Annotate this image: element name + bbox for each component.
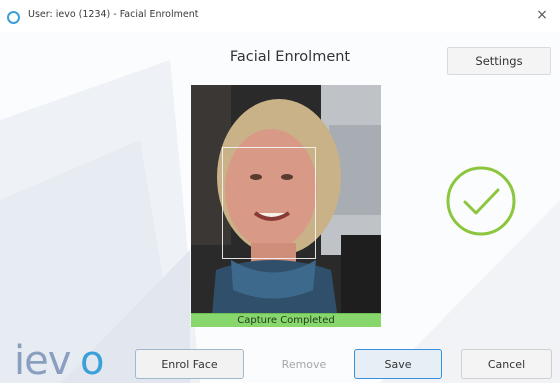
camera-preview [191, 85, 381, 327]
capture-status-bar: Capture Completed [191, 313, 381, 327]
enrol-face-button[interactable]: Enrol Face [135, 349, 244, 379]
page-title: Facial Enrolment [229, 49, 351, 65]
settings-button[interactable]: Settings [447, 47, 551, 75]
svg-text:o: o [80, 338, 104, 380]
window-title: User: ievo (1234) - Facial Enrolment [28, 9, 199, 20]
title-bar: User: ievo (1234) - Facial Enrolment × [0, 0, 560, 32]
facial-enrolment-window: User: ievo (1234) - Facial Enrolment × F… [0, 0, 560, 383]
ievo-logo: iev o [14, 338, 104, 380]
check-circle-icon [446, 166, 516, 236]
save-button[interactable]: Save [354, 349, 442, 379]
face-detection-box [222, 147, 316, 259]
close-button[interactable]: × [532, 4, 552, 26]
remove-button[interactable]: Remove [264, 349, 344, 379]
cancel-button[interactable]: Cancel [461, 349, 552, 379]
svg-text:iev: iev [14, 338, 71, 380]
app-icon [7, 11, 20, 24]
